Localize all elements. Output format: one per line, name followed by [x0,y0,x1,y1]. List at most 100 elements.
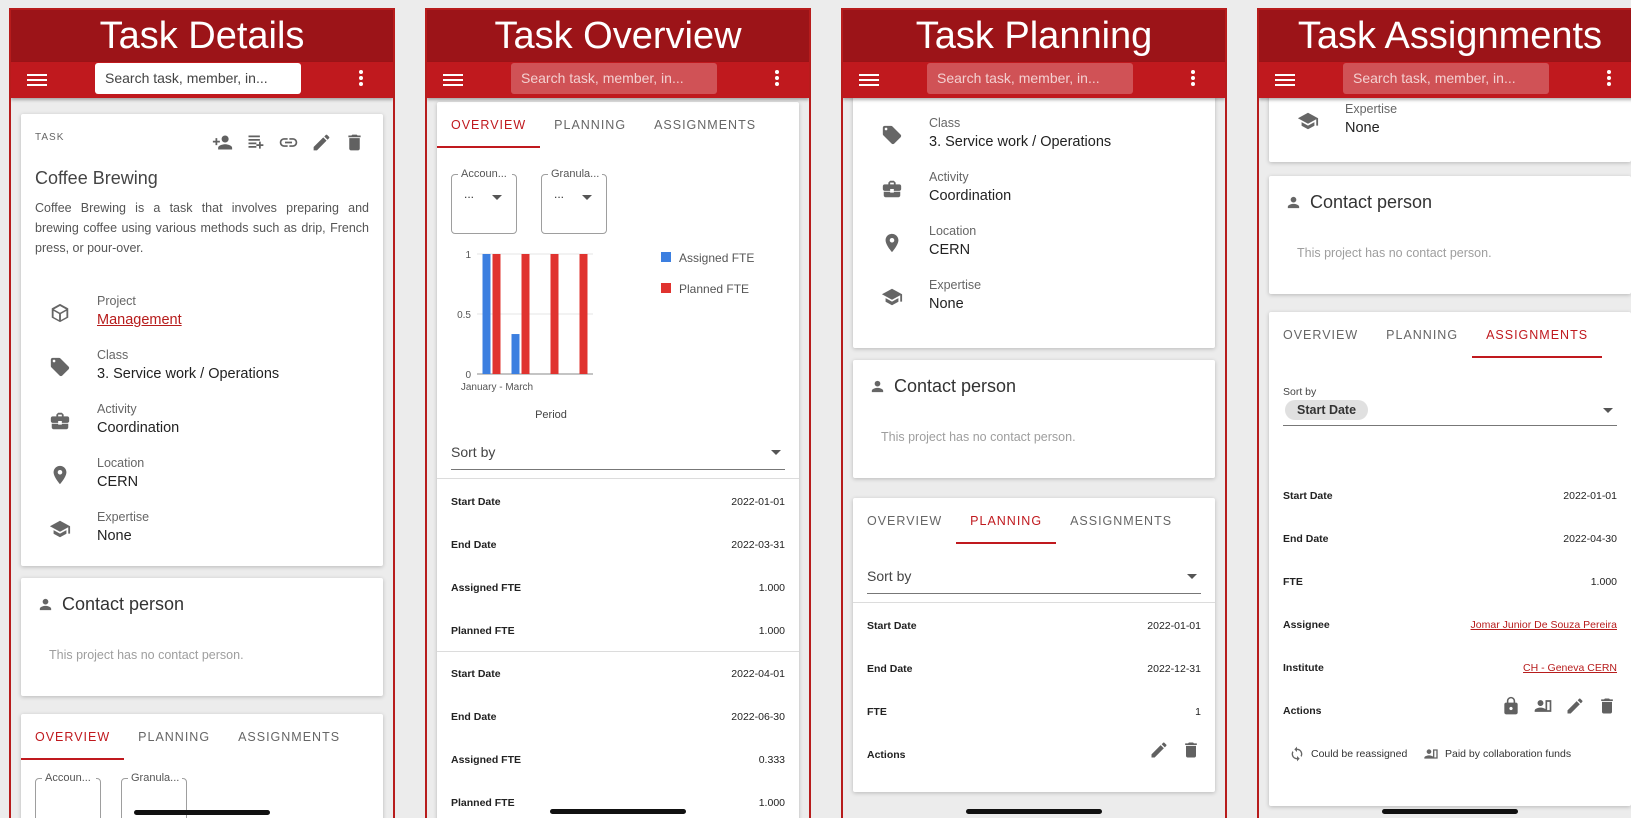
menu-icon[interactable] [859,71,879,89]
app-bar: Search task, member, in... [11,62,393,98]
granularity-select[interactable]: Granula... ... [541,168,607,234]
contact-person-icon [1287,196,1300,209]
row-key: Start Date [867,620,917,632]
search-input[interactable]: Search task, member, in... [511,63,717,94]
school-icon [881,288,903,306]
divider [437,651,799,652]
location-pin-icon [885,233,899,253]
more-vert-icon[interactable] [1191,70,1195,88]
info-class: Class 3. Service work / Operations [21,348,383,394]
tab-planning[interactable]: PLANNING [956,498,1057,544]
task-overview-panel: Task Overview Search task, member, in...… [425,8,811,818]
fte-chart: 1 0.5 0January - March Period Assigned FTE Pl… [457,250,754,421]
row-key: Start Date [451,668,501,680]
project-link[interactable]: Management [97,312,182,328]
overview-row: Planned FTE 1.000 [451,797,785,817]
tab-planning[interactable]: PLANNING [540,102,640,148]
tag-icon [50,357,70,377]
row-value: 2022-01-01 [1147,620,1201,632]
task-details-panel: Task Details Search task, member, in... … [9,8,395,818]
legend-label: Planned FTE [679,282,749,296]
task-card: Expertise None [1269,98,1631,162]
row-key: Start Date [1283,490,1333,502]
delete-icon[interactable] [1597,696,1617,716]
more-vert-icon[interactable] [1607,70,1611,88]
task-card: Class 3. Service work / Operations Activ… [853,98,1215,348]
planning-row: Start Date 2022-01-01 [867,620,1201,640]
y-tick-label: 1 [465,250,471,261]
granularity-select-label: Granula... [128,772,182,784]
lock-icon[interactable] [1501,696,1521,716]
delete-icon[interactable] [344,132,365,153]
tab-planning[interactable]: PLANNING [124,714,224,760]
panel-title: Task Planning [843,10,1225,62]
tab-overview[interactable]: OVERVIEW [1269,312,1372,358]
sort-select[interactable]: Sort by Start Date [1283,386,1617,426]
tab-assignments[interactable]: ASSIGNMENTS [1056,498,1186,544]
task-assignments-panel: Task Assignments Search task, member, in… [1257,8,1631,818]
tab-planning[interactable]: PLANNING [1372,312,1472,358]
contact-heading: Contact person [1285,192,1432,213]
app-bar: Search task, member, in... [843,62,1225,98]
row-value: 2022-04-01 [731,668,785,680]
task-overline: TASK [35,132,65,143]
edit-icon[interactable] [1149,740,1169,760]
menu-icon[interactable] [443,71,463,89]
overview-row: End Date 2022-03-31 [451,539,785,559]
search-input[interactable]: Search task, member, in... [1343,63,1549,94]
tab-overview[interactable]: OVERVIEW [437,102,541,148]
legend-swatch [661,252,671,262]
tab-overview[interactable]: OVERVIEW [21,714,125,760]
more-vert-icon[interactable] [775,70,779,88]
row-key: Planned FTE [451,625,515,637]
content: Class 3. Service work / Operations Activ… [843,98,1225,818]
bar [482,254,491,374]
search-input[interactable]: Search task, member, in... [927,63,1133,94]
contact-message: This project has no contact person. [881,430,1076,444]
sort-label: Sort by [867,568,912,584]
tab-bar: OVERVIEW PLANNING ASSIGNMENTS [21,714,383,760]
menu-icon[interactable] [1275,71,1295,89]
legend-label: Assigned FTE [679,251,754,265]
sort-select[interactable]: Sort by [451,438,785,470]
row-key: Actions [867,749,906,761]
legend-swatch [661,283,671,293]
more-vert-icon[interactable] [359,70,363,88]
info-value: 3. Service work / Operations [97,366,280,382]
link-icon[interactable] [278,132,299,153]
playlist-add-icon[interactable] [245,132,266,153]
account-select[interactable]: Accoun... ... [451,168,517,234]
row-key: Institute [1283,662,1324,674]
menu-icon[interactable] [27,71,47,89]
edit-icon[interactable] [311,132,332,153]
account-select[interactable]: Accoun... [35,772,101,818]
home-indicator [550,809,686,814]
row-value: 2022-01-01 [731,496,785,508]
row-key: Planned FTE [451,797,515,809]
person-add-icon[interactable] [212,132,233,153]
tab-assignments[interactable]: ASSIGNMENTS [640,102,770,148]
tab-bar: OVERVIEW PLANNING ASSIGNMENTS [1269,312,1631,358]
assignment-row: Start Date 2022-01-01 [1283,490,1617,510]
panel-title: Task Details [11,10,393,62]
assignee-link[interactable]: Jomar Junior De Souza Pereira [1471,619,1617,631]
tab-assignments[interactable]: ASSIGNMENTS [1472,312,1603,358]
tab-overview[interactable]: OVERVIEW [853,498,956,544]
row-key: FTE [867,706,887,718]
task-description: Coffee Brewing is a task that involves p… [35,201,369,255]
assignment-actions [1501,696,1617,716]
edit-icon[interactable] [1565,696,1585,716]
school-icon [1297,112,1319,130]
money-icon[interactable] [1533,696,1553,716]
institute-link[interactable]: CH - Geneva CERN [1523,662,1617,674]
delete-icon[interactable] [1181,740,1201,760]
sort-chip[interactable]: Start Date [1285,400,1369,420]
search-input[interactable]: Search task, member, in... [95,63,301,94]
row-value: 1.000 [758,797,785,809]
row-key: End Date [451,539,497,551]
tab-assignments[interactable]: ASSIGNMENTS [224,714,354,760]
row-value: 0.333 [758,754,785,766]
assignment-row: Institute CH - Geneva CERN [1283,662,1617,682]
home-indicator [966,809,1102,814]
sort-select[interactable]: Sort by [867,562,1201,594]
